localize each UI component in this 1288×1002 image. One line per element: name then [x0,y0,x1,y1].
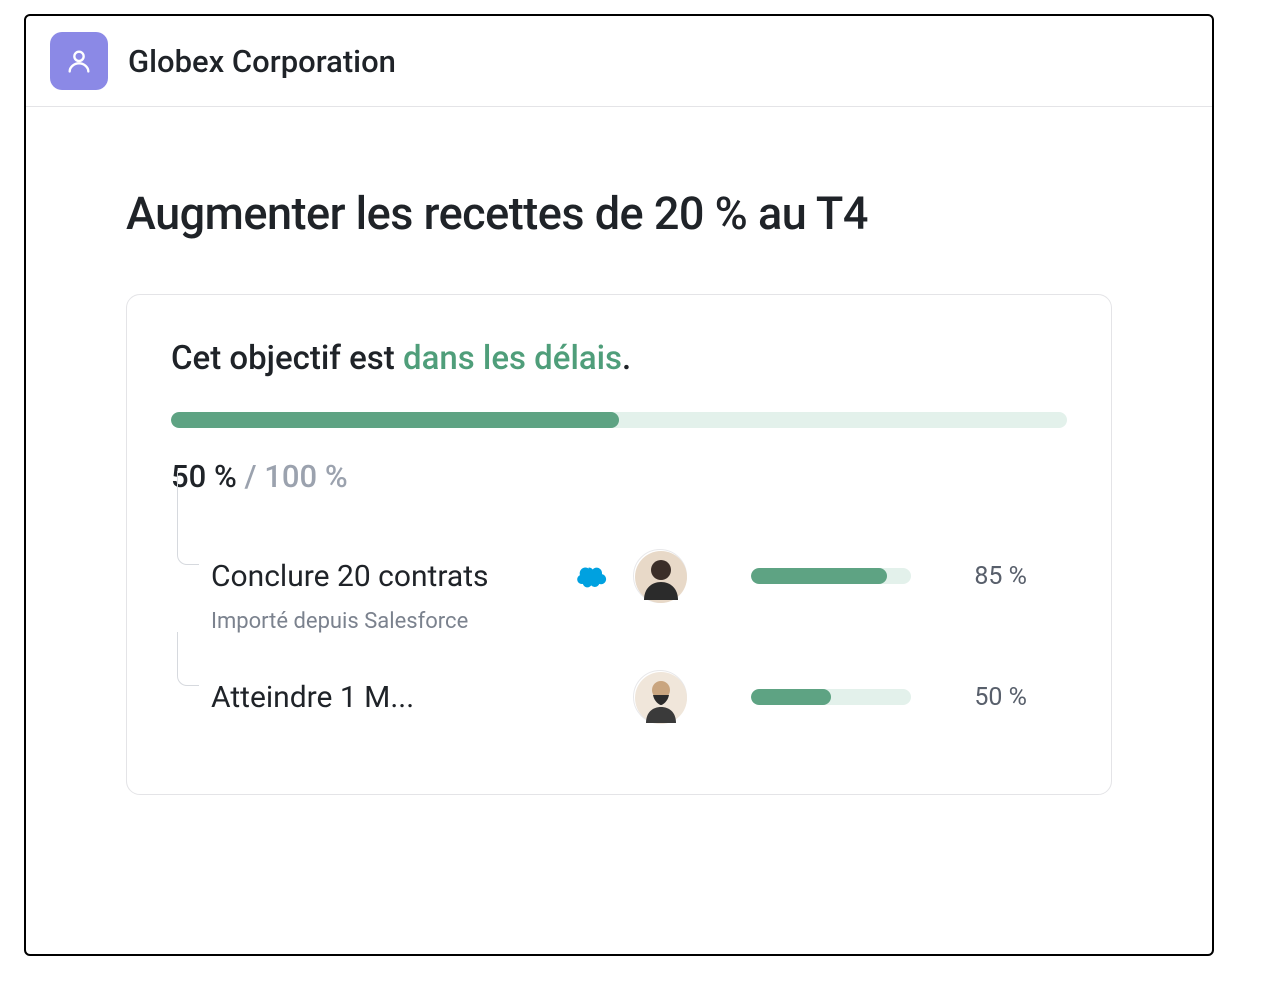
goal-progress-fill [171,412,619,428]
status-prefix: Cet objectif est [171,339,403,378]
page-title: Augmenter les recettes de 20 % au T4 [126,187,1112,240]
tree-connector-icon [177,471,199,565]
main: Augmenter les recettes de 20 % au T4 Cet… [26,107,1212,835]
company-title: Globex Corporation [128,43,396,80]
goal-progress-bar [171,412,1067,428]
company-icon [50,32,108,90]
goal-status: Cet objectif est dans les délais. [171,339,1067,378]
sub-goal-percent: 85 % [955,562,1027,591]
avatar [633,670,687,724]
sub-goal-note: Importé depuis Salesforce [211,609,1067,634]
status-suffix: . [622,339,631,378]
sub-goal-item[interactable]: Conclure 20 contrats 85 % Importé depuis… [171,531,1067,652]
sub-goal-progress-bar [751,689,911,705]
sub-goal-title: Conclure 20 contrats [211,559,551,594]
sub-goal-progress-bar [751,568,911,584]
sub-goal-progress-fill [751,689,831,705]
avatar [633,549,687,603]
goal-card: Cet objectif est dans les délais. 50 % /… [126,294,1112,795]
status-highlight: dans les délais [403,339,622,378]
progress-separator: / [237,458,265,495]
progress-total: 100 % [264,458,347,495]
sub-goal-percent: 50 % [955,683,1027,712]
tree-connector-icon [177,632,199,686]
sub-goal-title: Atteindre 1 M... [211,680,551,715]
sub-goal-progress-fill [751,568,887,584]
header: Globex Corporation [26,16,1212,107]
goal-progress-numbers: 50 % / 100 % [171,458,1067,495]
sub-goal-item[interactable]: Atteindre 1 M... 50 % [171,652,1067,742]
user-icon [65,47,93,75]
salesforce-icon [575,564,609,588]
app-frame: Globex Corporation Augmenter les recette… [24,14,1214,956]
